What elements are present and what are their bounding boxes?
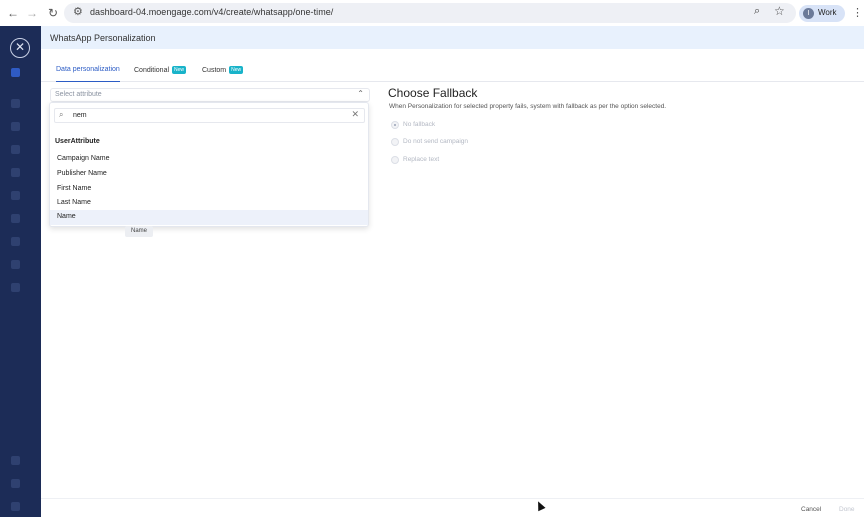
option-tooltip: Name: [125, 226, 153, 237]
sidebar-nav-icon[interactable]: [11, 237, 20, 246]
tab-custom[interactable]: Custom New: [202, 66, 244, 82]
tab-label: Custom: [202, 67, 227, 74]
tab-label: Data personalization: [56, 66, 120, 73]
sidebar-nav-icon[interactable]: [11, 122, 20, 131]
sidebar-nav-icon[interactable]: [11, 479, 20, 488]
attribute-search-input[interactable]: ⌕ nem ✕: [54, 108, 365, 123]
chevron-up-icon: ⌃: [357, 89, 364, 98]
option-label: Name: [57, 213, 76, 220]
tab-data-personalization[interactable]: Data personalization: [56, 66, 120, 82]
tab-bar: Data personalization Conditional New Cust…: [41, 61, 864, 82]
new-badge: New: [229, 66, 244, 74]
forward-arrow-icon[interactable]: →: [25, 5, 39, 21]
dropdown-option[interactable]: Last Name: [50, 196, 368, 211]
search-value: nem: [73, 112, 87, 119]
browser-toolbar: ← → ↻ ⚙ dashboard-04.moengage.com/v4/cre…: [0, 0, 864, 26]
back-arrow-icon[interactable]: ←: [6, 5, 20, 21]
fallback-radio[interactable]: [391, 121, 399, 129]
close-icon[interactable]: ✕: [10, 38, 30, 58]
fallback-option-label: Replace text: [403, 156, 440, 163]
fallback-option-label: Do not send campaign: [403, 138, 469, 145]
sidebar-nav-icon[interactable]: [11, 214, 20, 223]
fallback-radio[interactable]: [391, 156, 399, 164]
footer-divider: [41, 498, 864, 499]
group-label: UserAttribute: [55, 138, 100, 145]
tab-conditional[interactable]: Conditional New: [134, 66, 187, 82]
sidebar-nav-icon[interactable]: [11, 283, 20, 292]
fallback-option-label: No fallback: [403, 121, 436, 128]
sidebar-nav-icon[interactable]: [11, 168, 20, 177]
address-bar[interactable]: ⚙ dashboard-04.moengage.com/v4/create/wh…: [64, 3, 796, 23]
profile-label: Work: [818, 8, 837, 17]
attribute-select[interactable]: Select attribute ⌃: [50, 88, 370, 102]
option-label: First Name: [57, 185, 92, 192]
app-sidebar: ✕: [0, 26, 41, 517]
sidebar-nav-icon[interactable]: [11, 99, 20, 108]
browser-menu-icon[interactable]: ⋮: [852, 6, 863, 19]
sidebar-nav-icon[interactable]: [11, 260, 20, 269]
option-label: Publisher Name: [57, 170, 107, 177]
search-icon: ⌕: [59, 110, 64, 119]
panel-title: WhatsApp Personalization: [50, 33, 156, 43]
done-button[interactable]: Done: [839, 506, 855, 513]
cancel-button[interactable]: Cancel: [801, 506, 821, 513]
clear-icon[interactable]: ✕: [351, 109, 359, 120]
fallback-description: When Personalization for selected proper…: [389, 103, 667, 110]
reload-icon[interactable]: ↻: [46, 5, 60, 21]
new-badge: New: [172, 66, 187, 74]
bookmark-star-icon[interactable]: ☆: [774, 4, 785, 18]
site-settings-icon[interactable]: ⚙: [73, 5, 83, 18]
dropdown-option[interactable]: Name: [50, 210, 368, 225]
sidebar-nav-icon[interactable]: [11, 191, 20, 200]
dropdown-option[interactable]: First Name: [50, 182, 368, 197]
sidebar-nav-icon[interactable]: [11, 502, 20, 511]
attribute-dropdown: ⌕ nem ✕ UserAttribute Campaign Name Publ…: [49, 102, 369, 227]
sidebar-nav-icon[interactable]: [11, 145, 20, 154]
tab-label: Conditional: [134, 67, 170, 74]
sidebar-nav-icon[interactable]: [11, 68, 20, 77]
profile-avatar: I: [803, 8, 814, 19]
zoom-icon[interactable]: ⌕: [754, 5, 760, 18]
option-label: Last Name: [57, 199, 91, 206]
personalization-panel: WhatsApp Personalization Data personaliz…: [41, 26, 864, 517]
fallback-title: Choose Fallback: [388, 86, 478, 100]
fallback-radio[interactable]: [391, 138, 399, 146]
profile-chip[interactable]: I Work: [799, 5, 845, 22]
sidebar-nav-icon[interactable]: [11, 456, 20, 465]
dropdown-option[interactable]: Campaign Name: [50, 152, 368, 167]
attribute-select-placeholder: Select attribute: [55, 91, 102, 98]
url-text: dashboard-04.moengage.com/v4/create/what…: [90, 7, 334, 17]
panel-header: WhatsApp Personalization: [41, 26, 864, 49]
dropdown-option[interactable]: Publisher Name: [50, 167, 368, 182]
option-label: Campaign Name: [57, 155, 110, 162]
